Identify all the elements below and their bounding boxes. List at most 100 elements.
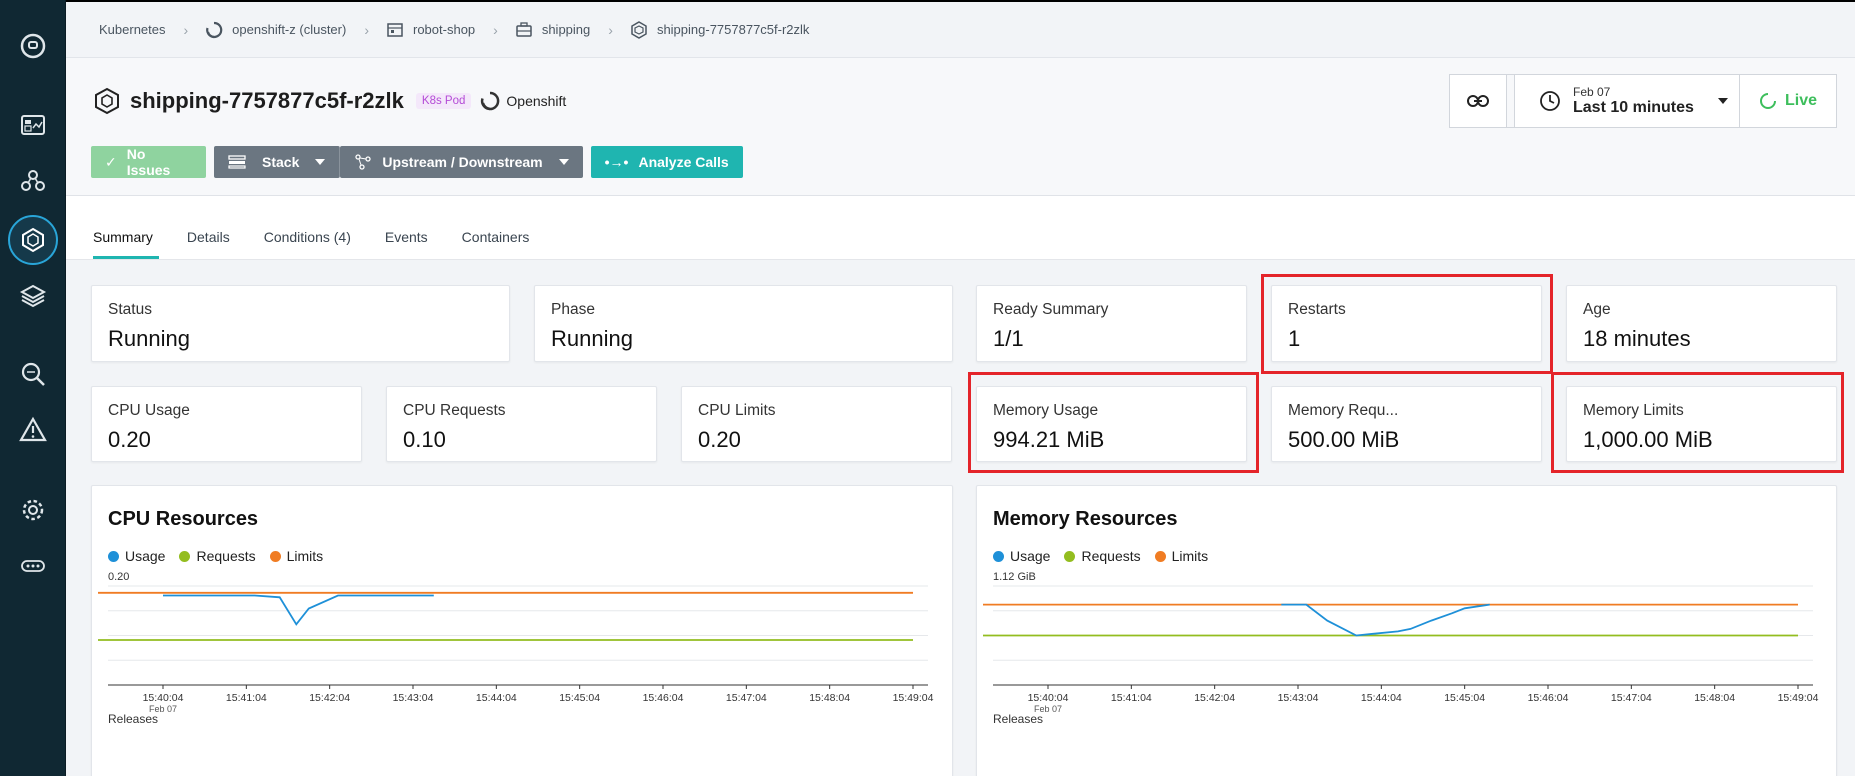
x-tick-label: 15:44:04 xyxy=(476,692,517,704)
namespace-icon xyxy=(387,22,403,37)
breadcrumb-item-kubernetes[interactable]: Kubernetes xyxy=(99,22,166,37)
card-label: Memory Usage xyxy=(993,402,1099,419)
tab-conditions[interactable]: Conditions (4) xyxy=(258,229,357,259)
platforms-icon[interactable] xyxy=(13,276,53,316)
breadcrumb-separator: › xyxy=(183,21,189,38)
card-value: Running xyxy=(108,326,190,351)
card-value: 1/1 xyxy=(993,326,1024,351)
applications-icon[interactable] xyxy=(13,161,53,201)
dashboard-icon[interactable] xyxy=(13,106,53,146)
card-value: 500.00 MiB xyxy=(1288,427,1400,452)
more-icon[interactable] xyxy=(13,546,53,586)
tab-details[interactable]: Details xyxy=(181,229,236,259)
restarts-card: Restarts 1 xyxy=(1271,285,1542,362)
card-label: CPU Requests xyxy=(403,402,506,419)
breadcrumb-item-pod[interactable]: shipping-7757877c5f-r2zlk xyxy=(629,20,809,40)
analytics-search-icon[interactable] xyxy=(13,354,53,394)
stack-icon xyxy=(228,155,246,169)
chevron-down-icon xyxy=(315,159,326,165)
card-value: Running xyxy=(551,326,633,351)
legend-label: Requests xyxy=(196,548,256,564)
x-tick-label: 15:42:04 xyxy=(1194,692,1235,704)
stack-dropdown-button[interactable]: Stack xyxy=(214,146,341,178)
cluster-icon xyxy=(206,21,223,38)
infrastructure-icon[interactable] xyxy=(8,215,58,265)
chevron-down-icon xyxy=(558,159,569,165)
breadcrumb-item-deployment[interactable]: shipping xyxy=(514,20,590,40)
breadcrumb-label: robot-shop xyxy=(413,22,476,37)
cpu-chart-plot[interactable]: 0.20 15:40:04 15:41:04 15:42:04 15:43:04 15:4… xyxy=(92,566,954,726)
cpu-resources-panel: CPU Resources Usage Requests Limits 0.20… xyxy=(91,485,953,776)
y-top-label: 0.20 xyxy=(108,571,129,583)
cpu-requests-card: CPU Requests 0.10 xyxy=(386,386,657,462)
instana-logo-icon[interactable] xyxy=(13,26,53,66)
x-tick-label: 15:49:04 xyxy=(1778,692,1819,704)
x-tick-label: 15:43:04 xyxy=(1278,692,1319,704)
upstream-downstream-button[interactable]: Upstream / Downstream xyxy=(340,146,583,178)
time-controls: Feb 07 Last 10 minutes Live xyxy=(1449,74,1837,128)
ready-summary-card: Ready Summary 1/1 xyxy=(976,285,1247,362)
tab-summary[interactable]: Summary xyxy=(93,229,159,259)
platform-name: Openshift xyxy=(506,93,567,109)
series-line-usage xyxy=(1281,603,1490,637)
memory-resources-panel: Memory Resources Usage Requests Limits 1… xyxy=(976,485,1837,776)
legend-limits[interactable]: Limits xyxy=(269,548,323,564)
card-value: 1 xyxy=(1288,326,1301,351)
stack-label: Stack xyxy=(262,154,300,170)
legend-limits[interactable]: Limits xyxy=(1154,548,1208,564)
card-label: Memory Limits xyxy=(1583,402,1684,419)
breadcrumb-label: shipping-7757877c5f-r2zlk xyxy=(656,22,810,37)
chart-legend: Usage Requests Limits xyxy=(993,548,1208,564)
breadcrumb-item-namespace[interactable]: robot-shop xyxy=(385,20,475,40)
x-tick-label: 15:40:04 xyxy=(143,692,184,704)
card-label: Age xyxy=(1583,301,1611,318)
no-issues-button[interactable]: ✓ No Issues xyxy=(91,146,206,178)
tab-containers[interactable]: Containers xyxy=(456,229,536,259)
no-issues-label: No Issues xyxy=(126,146,171,178)
card-value: 1,000.00 MiB xyxy=(1583,427,1713,452)
deployment-icon xyxy=(516,21,532,37)
legend-usage[interactable]: Usage xyxy=(993,548,1050,564)
x-tick-label: 15:43:04 xyxy=(393,692,434,704)
releases-label: Releases xyxy=(993,712,1044,726)
x-tick-label: 15:42:04 xyxy=(309,692,350,704)
card-value: 0.20 xyxy=(108,427,151,452)
breadcrumb-item-cluster[interactable]: openshift-z (cluster) xyxy=(204,20,346,40)
time-range-picker[interactable]: Feb 07 Last 10 minutes xyxy=(1515,75,1740,127)
card-label: CPU Limits xyxy=(698,402,776,419)
settings-gear-icon[interactable] xyxy=(13,490,53,530)
x-tick-label: 15:40:04 xyxy=(1028,692,1069,704)
x-tick-label: 15:47:04 xyxy=(726,692,767,704)
openshift-label: Openshift xyxy=(479,90,566,112)
card-label: Restarts xyxy=(1288,301,1346,318)
dependency-graph-icon xyxy=(355,154,372,170)
card-value: 994.21 MiB xyxy=(993,427,1105,452)
page-title: shipping-7757877c5f-r2zlk xyxy=(130,88,404,113)
legend-requests[interactable]: Requests xyxy=(179,548,256,564)
breadcrumb-separator: › xyxy=(364,21,369,38)
events-warning-icon[interactable] xyxy=(13,410,53,450)
legend-requests[interactable]: Requests xyxy=(1064,548,1141,564)
breadcrumb-label: Kubernetes xyxy=(99,22,166,37)
x-tick-label: 15:41:04 xyxy=(1111,692,1152,704)
chart-title: CPU Resources xyxy=(108,508,259,530)
pod-icon xyxy=(95,87,119,115)
live-toggle[interactable]: Live xyxy=(1740,75,1836,127)
analyze-calls-button[interactable]: •→• Analyze Calls xyxy=(590,146,743,178)
breadcrumb-label: shipping xyxy=(541,22,591,37)
x-tick-label: 15:44:04 xyxy=(1361,692,1402,704)
copy-link-button[interactable] xyxy=(1450,75,1507,127)
series-line-usage xyxy=(163,594,434,626)
upstream-downstream-label: Upstream / Downstream xyxy=(382,154,543,170)
memory-chart-plot[interactable]: 1.12 GiB 15:40:04 15:41:04 15:42:04 15:43:04… xyxy=(977,566,1838,726)
card-value: 18 minutes xyxy=(1583,326,1691,351)
legend-usage[interactable]: Usage xyxy=(108,548,165,564)
legend-label: Requests xyxy=(1081,548,1141,564)
left-sidebar xyxy=(0,0,66,776)
breadcrumb-label: openshift-z (cluster) xyxy=(232,22,347,37)
link-icon xyxy=(1467,95,1489,107)
divider xyxy=(1507,75,1515,127)
legend-label: Usage xyxy=(125,548,166,564)
tab-events[interactable]: Events xyxy=(379,229,434,259)
x-tick-label: 15:41:04 xyxy=(226,692,267,704)
